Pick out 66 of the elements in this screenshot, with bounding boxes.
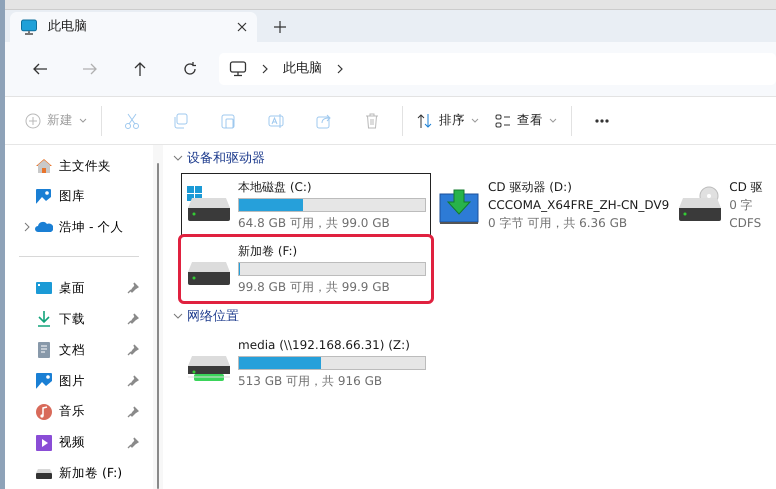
drive-tile[interactable]: CD 驱 0 字 CDFS xyxy=(672,173,766,237)
list-view-icon xyxy=(495,112,511,128)
close-tab-button[interactable] xyxy=(237,22,247,32)
scissors-icon xyxy=(124,112,140,128)
share-icon xyxy=(316,112,332,128)
sidebar-item[interactable]: 主文件夹 xyxy=(5,151,153,182)
drive-name: CD 驱动器 (D:) xyxy=(488,179,573,196)
close-icon xyxy=(237,22,247,32)
section-header[interactable]: 设备和驱动器 xyxy=(173,149,265,169)
free-space-text: 64.8 GB 可用，共 99.0 GB xyxy=(238,215,391,232)
sidebar-item[interactable]: 下载 xyxy=(5,304,153,335)
window-tab[interactable]: 此电脑 xyxy=(10,12,257,42)
trash-icon xyxy=(364,112,380,128)
chevron-down-icon xyxy=(173,155,183,163)
view-button[interactable]: 查看 xyxy=(487,104,565,138)
drive-name: media (\\192.168.66.31) (Z:) xyxy=(238,337,411,354)
monitor-icon xyxy=(229,60,247,78)
drive-tile[interactable]: 新加卷 (F:) 99.8 GB 可用，共 99.9 GB xyxy=(181,237,431,301)
copy-icon xyxy=(172,112,188,128)
drive-tile[interactable]: media (\\192.168.66.31) (Z:) 513 GB 可用，共 916 GB xyxy=(181,331,431,395)
video-icon xyxy=(35,434,53,452)
document-icon xyxy=(35,341,53,360)
sidebar-item[interactable]: 图库 xyxy=(5,181,153,212)
sidebar-item[interactable]: 文档 xyxy=(5,334,153,366)
free-space-text: 513 GB 可用，共 916 GB xyxy=(238,373,384,390)
scrollbar-thumb[interactable] xyxy=(157,163,159,489)
breadcrumb-item[interactable]: 此电脑 xyxy=(283,59,322,79)
computer-icon xyxy=(20,18,38,36)
address-bar[interactable]: 此电脑 xyxy=(219,53,776,85)
drive-name: 本地磁盘 (C:) xyxy=(238,179,313,196)
sort-arrows-icon xyxy=(417,112,433,128)
download-icon xyxy=(35,310,53,328)
drive-tile[interactable]: 本地磁盘 (C:) 64.8 GB 可用，共 99.0 GB xyxy=(181,173,431,237)
filesystem-text: CDFS xyxy=(729,215,762,232)
drive-tile[interactable]: CD 驱动器 (D:) CCCOMA_X64FRE_ZH-CN_DV9 0 字节 可用，共 6.36 GB xyxy=(431,173,672,237)
forward-arrow-icon xyxy=(82,61,98,77)
chevron-right-icon xyxy=(336,64,344,74)
picture-icon xyxy=(35,372,53,390)
section-header[interactable]: 网络位置 xyxy=(173,307,239,327)
sidebar-item[interactable]: 浩坤 - 个人 xyxy=(5,212,153,242)
refresh-icon xyxy=(182,61,198,77)
free-space-text: 0 字 xyxy=(729,197,754,214)
music-note-icon xyxy=(35,402,53,421)
back-arrow-icon xyxy=(32,61,48,77)
drive-name: 新加卷 (F:) xyxy=(238,243,298,260)
chevron-down-icon xyxy=(173,313,183,321)
clipboard-icon xyxy=(220,112,236,128)
free-space-text: 99.8 GB 可用，共 99.9 GB xyxy=(238,279,391,296)
up-arrow-icon xyxy=(132,61,148,77)
sidebar-item[interactable]: 桌面 xyxy=(5,273,153,304)
gallery-icon xyxy=(35,188,53,206)
sidebar-item[interactable]: 视频 xyxy=(5,427,153,458)
sidebar-item[interactable]: 图片 xyxy=(5,366,153,396)
plus-icon xyxy=(274,21,286,33)
sidebar-item[interactable]: 新加卷 (F:) xyxy=(5,458,153,489)
sidebar-item[interactable]: 音乐 xyxy=(5,396,153,428)
rename-icon xyxy=(268,112,284,128)
chevron-right-icon xyxy=(261,64,269,74)
home-icon xyxy=(35,157,53,176)
volume-label: CCCOMA_X64FRE_ZH-CN_DV9 xyxy=(488,197,670,214)
drive-icon xyxy=(35,468,53,479)
more-icon xyxy=(595,118,609,122)
sort-button[interactable]: 排序 xyxy=(409,104,487,138)
drive-name: CD 驱 xyxy=(729,179,763,196)
free-space-text: 0 字节 可用，共 6.36 GB xyxy=(488,215,628,232)
plus-circle-icon xyxy=(25,112,41,128)
